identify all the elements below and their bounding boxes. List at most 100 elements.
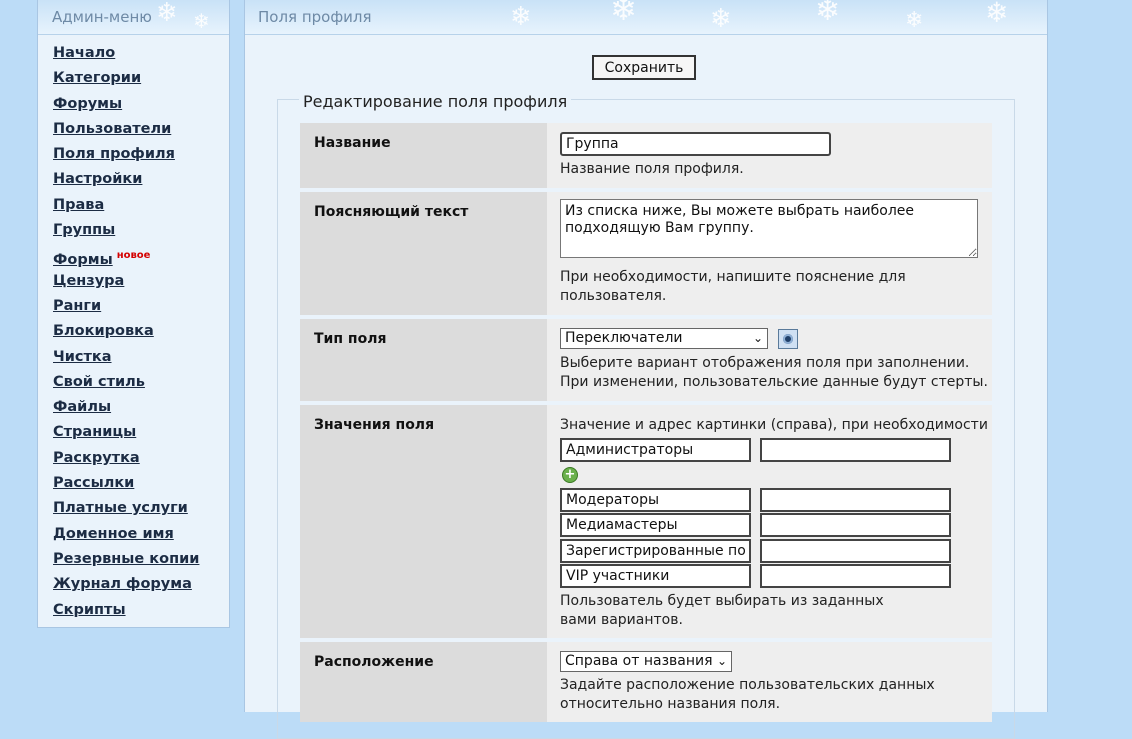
save-button[interactable]: Сохранить — [592, 55, 696, 80]
form-row-values: Значения поля Значение и адрес картинки … — [300, 405, 992, 638]
snowflake-icon: ❄ — [610, 0, 637, 28]
menu-link[interactable]: Поля профиля — [53, 146, 175, 162]
menu-link[interactable]: Свой стиль — [53, 374, 145, 390]
form-row-position: Расположение Справа от названия ⌄ Задайт… — [300, 642, 992, 722]
select-value: Переключатели — [565, 330, 683, 346]
menu-item-cleanup[interactable]: Чистка — [53, 345, 229, 370]
menu-link[interactable]: Группы — [53, 222, 115, 238]
position-select[interactable]: Справа от названия ⌄ — [560, 651, 732, 672]
radio-preview-icon[interactable] — [778, 329, 798, 349]
menu-link[interactable]: Резервные копии — [53, 551, 199, 567]
menu-link[interactable]: Доменное имя — [53, 526, 174, 542]
value-input[interactable] — [560, 564, 751, 588]
menu-link[interactable]: Ранги — [53, 298, 101, 314]
menu-item-forms[interactable]: Формы новое — [53, 243, 229, 268]
menu-link[interactable]: Страницы — [53, 424, 136, 440]
menu-item-pages[interactable]: Страницы — [53, 420, 229, 445]
menu-item-backups[interactable]: Резервные копии — [53, 547, 229, 572]
image-url-input[interactable] — [760, 513, 951, 537]
menu-item-settings[interactable]: Настройки — [53, 167, 229, 192]
hint-line: При изменении, пользовательские данные б… — [560, 374, 988, 390]
menu-item-censorship[interactable]: Цензура — [53, 269, 229, 294]
field-label: Значения поля — [300, 405, 547, 638]
sidebar-title: Админ-меню — [52, 8, 152, 26]
image-url-input[interactable] — [760, 564, 951, 588]
menu-link[interactable]: Права — [53, 197, 104, 213]
image-url-input[interactable] — [760, 539, 951, 563]
value-input[interactable] — [560, 513, 751, 537]
admin-sidebar: Админ-меню ❄ ❄ Начало Категории Форумы П… — [37, 0, 230, 628]
menu-item-profile-fields[interactable]: Поля профиля — [53, 142, 229, 167]
select-value: Справа от названия — [565, 653, 713, 669]
menu-item-files[interactable]: Файлы — [53, 395, 229, 420]
form-row-type: Тип поля Переключатели ⌄ Выберите вариан… — [300, 319, 992, 401]
form-row-description: Поясняющий текст Из списка ниже, Вы може… — [300, 192, 992, 315]
snowflake-icon: ❄ — [156, 0, 178, 28]
value-input[interactable] — [560, 539, 751, 563]
main-panel: Поля профиля ❄ ❄ ❄ ❄ ❄ ❄ Сохранить Редак… — [244, 0, 1048, 739]
menu-item-promotion[interactable]: Раскрутка — [53, 446, 229, 471]
menu-link[interactable]: Раскрутка — [53, 450, 140, 466]
menu-item-domain[interactable]: Доменное имя — [53, 522, 229, 547]
menu-item-home[interactable]: Начало — [53, 41, 229, 66]
menu-item-scripts[interactable]: Скрипты — [53, 598, 229, 623]
values-header: Значение и адрес картинки (справа), при … — [560, 417, 988, 433]
new-badge: новое — [116, 250, 151, 262]
chevron-down-icon: ⌄ — [716, 654, 727, 668]
menu-link[interactable]: Начало — [53, 45, 115, 61]
description-textarea[interactable]: Из списка ниже, Вы можете выбрать наибол… — [560, 199, 978, 258]
menu-link[interactable]: Формы — [53, 252, 113, 268]
menu-item-forums[interactable]: Форумы — [53, 92, 229, 117]
fieldset-legend: Редактирование поля профиля — [299, 92, 572, 111]
snowflake-icon: ❄ — [510, 2, 532, 32]
menu-link[interactable]: Платные услуги — [53, 500, 188, 516]
snowflake-icon: ❄ — [985, 0, 1009, 29]
admin-menu: Начало Категории Форумы Пользователи Пол… — [38, 35, 229, 623]
menu-link[interactable]: Форумы — [53, 96, 122, 112]
snowflake-icon: ❄ — [905, 8, 924, 33]
menu-link[interactable]: Блокировка — [53, 323, 154, 339]
sidebar-header: Админ-меню ❄ ❄ — [38, 0, 229, 35]
snowflake-icon: ❄ — [193, 9, 210, 33]
image-url-input[interactable] — [760, 438, 951, 462]
value-input[interactable] — [560, 438, 751, 462]
page-title: Поля профиля — [258, 8, 372, 26]
hint-line: Выберите вариант отображения поля при за… — [560, 355, 970, 371]
menu-link[interactable]: Чистка — [53, 349, 112, 365]
main-header: Поля профиля ❄ ❄ ❄ ❄ ❄ ❄ — [245, 0, 1047, 35]
field-label: Название — [300, 123, 547, 188]
menu-link[interactable]: Файлы — [53, 399, 111, 415]
menu-link[interactable]: Скрипты — [53, 602, 126, 618]
menu-item-users[interactable]: Пользователи — [53, 117, 229, 142]
add-icon[interactable]: + — [562, 467, 578, 483]
menu-link[interactable]: Рассылки — [53, 475, 134, 491]
menu-item-forum-log[interactable]: Журнал форума — [53, 572, 229, 597]
field-hint: Название поля профиля. — [560, 161, 744, 177]
menu-item-groups[interactable]: Группы — [53, 218, 229, 243]
field-label: Тип поля — [300, 319, 547, 401]
field-label: Расположение — [300, 642, 547, 722]
menu-item-ban[interactable]: Блокировка — [53, 319, 229, 344]
menu-item-permissions[interactable]: Права — [53, 193, 229, 218]
menu-item-ranks[interactable]: Ранги — [53, 294, 229, 319]
value-input[interactable] — [560, 488, 751, 512]
menu-link[interactable]: Пользователи — [53, 121, 171, 137]
menu-item-custom-style[interactable]: Свой стиль — [53, 370, 229, 395]
chevron-down-icon: ⌄ — [752, 331, 763, 345]
field-type-select[interactable]: Переключатели ⌄ — [560, 328, 768, 349]
snowflake-icon: ❄ — [710, 4, 732, 34]
form-row-name: Название Название поля профиля. — [300, 123, 992, 188]
field-hint: Выберите вариант отображения поля при за… — [560, 354, 988, 392]
menu-link[interactable]: Настройки — [53, 171, 142, 187]
menu-item-mailings[interactable]: Рассылки — [53, 471, 229, 496]
menu-link[interactable]: Цензура — [53, 273, 124, 289]
menu-item-paid-services[interactable]: Платные услуги — [53, 496, 229, 521]
image-url-input[interactable] — [760, 488, 951, 512]
menu-link[interactable]: Журнал форума — [53, 576, 192, 592]
field-hint: При необходимости, напишите пояснение дл… — [560, 269, 906, 304]
menu-link[interactable]: Категории — [53, 70, 141, 86]
name-input[interactable] — [560, 132, 831, 156]
snowflake-icon: ❄ — [815, 0, 841, 28]
menu-item-categories[interactable]: Категории — [53, 66, 229, 91]
field-hint: Пользователь будет выбирать из заданных … — [560, 593, 884, 628]
